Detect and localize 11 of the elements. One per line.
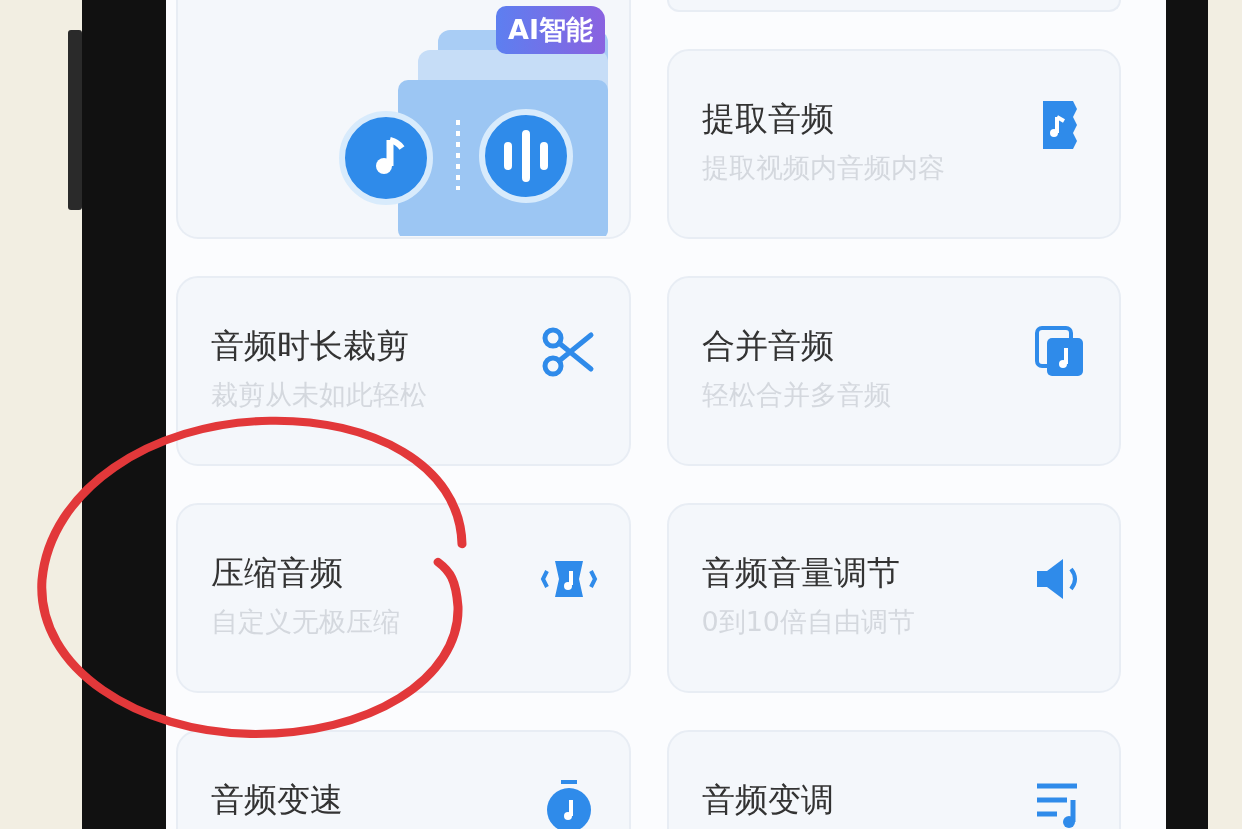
tool-title: 压缩音频	[211, 552, 344, 594]
tool-card[interactable]: 音频变调	[666, 730, 1121, 829]
tool-title: 音频音量调节	[701, 552, 901, 594]
feature-card[interactable]: AI智能	[176, 0, 631, 239]
tool-card[interactable]: 音频变速	[176, 730, 631, 829]
tool-title: 提取音频	[701, 98, 835, 140]
tool-title: 音频变调	[701, 779, 834, 821]
ai-badge: AI智能	[496, 6, 605, 54]
tool-title: 音频时长裁剪	[211, 325, 410, 367]
tool-title: 音频变速	[211, 779, 343, 821]
tool-title: 合并音频	[701, 325, 835, 367]
